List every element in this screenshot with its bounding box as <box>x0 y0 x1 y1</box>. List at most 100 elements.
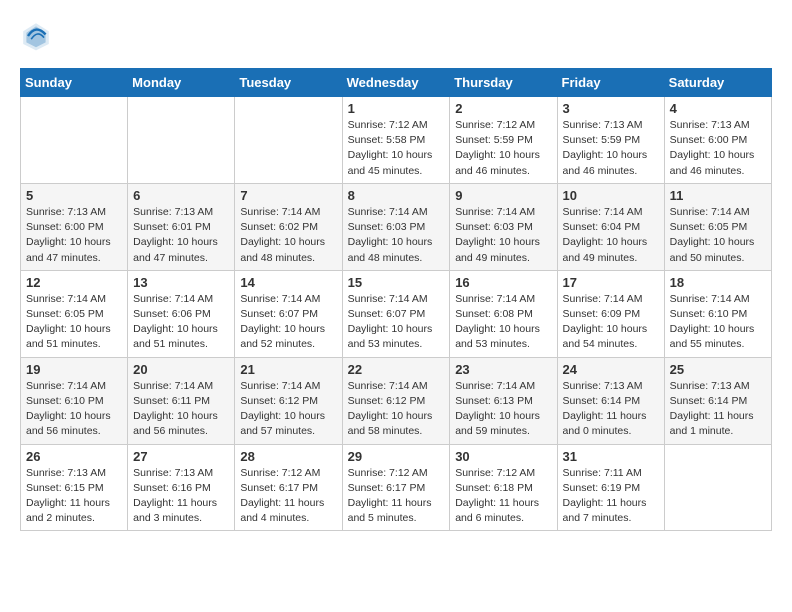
day-of-week-header: Saturday <box>664 69 771 97</box>
day-of-week-header: Thursday <box>450 69 557 97</box>
day-number: 16 <box>455 275 551 290</box>
day-of-week-header: Tuesday <box>235 69 342 97</box>
day-of-week-header: Monday <box>128 69 235 97</box>
day-info: Sunrise: 7:14 AM Sunset: 6:04 PM Dayligh… <box>563 205 659 266</box>
calendar-header-row: SundayMondayTuesdayWednesdayThursdayFrid… <box>21 69 772 97</box>
calendar-cell: 18 Sunrise: 7:14 AM Sunset: 6:10 PM Dayli… <box>664 270 771 357</box>
calendar-cell <box>21 97 128 184</box>
day-info: Sunrise: 7:14 AM Sunset: 6:02 PM Dayligh… <box>240 205 336 266</box>
calendar-cell: 16 Sunrise: 7:14 AM Sunset: 6:08 PM Dayli… <box>450 270 557 357</box>
day-info: Sunrise: 7:14 AM Sunset: 6:13 PM Dayligh… <box>455 379 551 440</box>
calendar-cell: 7 Sunrise: 7:14 AM Sunset: 6:02 PM Daylig… <box>235 183 342 270</box>
day-of-week-header: Sunday <box>21 69 128 97</box>
calendar-cell: 22 Sunrise: 7:14 AM Sunset: 6:12 PM Dayli… <box>342 357 450 444</box>
calendar-cell: 17 Sunrise: 7:14 AM Sunset: 6:09 PM Dayli… <box>557 270 664 357</box>
day-info: Sunrise: 7:14 AM Sunset: 6:12 PM Dayligh… <box>240 379 336 440</box>
day-info: Sunrise: 7:14 AM Sunset: 6:07 PM Dayligh… <box>240 292 336 353</box>
day-number: 1 <box>348 101 445 116</box>
calendar-cell <box>235 97 342 184</box>
day-number: 13 <box>133 275 229 290</box>
calendar-cell <box>664 444 771 531</box>
calendar-cell: 20 Sunrise: 7:14 AM Sunset: 6:11 PM Dayli… <box>128 357 235 444</box>
day-number: 27 <box>133 449 229 464</box>
calendar-week-row: 5 Sunrise: 7:13 AM Sunset: 6:00 PM Daylig… <box>21 183 772 270</box>
day-number: 10 <box>563 188 659 203</box>
day-info: Sunrise: 7:13 AM Sunset: 6:14 PM Dayligh… <box>563 379 659 440</box>
day-info: Sunrise: 7:14 AM Sunset: 6:11 PM Dayligh… <box>133 379 229 440</box>
day-number: 7 <box>240 188 336 203</box>
day-of-week-header: Wednesday <box>342 69 450 97</box>
day-info: Sunrise: 7:12 AM Sunset: 5:59 PM Dayligh… <box>455 118 551 179</box>
day-number: 22 <box>348 362 445 377</box>
day-info: Sunrise: 7:13 AM Sunset: 6:00 PM Dayligh… <box>26 205 122 266</box>
calendar-cell: 10 Sunrise: 7:14 AM Sunset: 6:04 PM Dayli… <box>557 183 664 270</box>
calendar-cell: 14Sunrise: 7:14 AM Sunset: 6:07 PM Dayli… <box>235 270 342 357</box>
logo <box>20 20 56 52</box>
calendar-week-row: 1 Sunrise: 7:12 AM Sunset: 5:58 PM Daylig… <box>21 97 772 184</box>
calendar-cell: 2 Sunrise: 7:12 AM Sunset: 5:59 PM Daylig… <box>450 97 557 184</box>
calendar-cell: 30Sunrise: 7:12 AM Sunset: 6:18 PM Dayli… <box>450 444 557 531</box>
day-info: Sunrise: 7:14 AM Sunset: 6:03 PM Dayligh… <box>348 205 445 266</box>
day-number: 9 <box>455 188 551 203</box>
calendar-cell: 11Sunrise: 7:14 AM Sunset: 6:05 PM Dayli… <box>664 183 771 270</box>
day-number: 20 <box>133 362 229 377</box>
calendar-cell: 29 Sunrise: 7:12 AM Sunset: 6:17 PM Dayli… <box>342 444 450 531</box>
day-number: 29 <box>348 449 445 464</box>
calendar-cell: 12 Sunrise: 7:14 AM Sunset: 6:05 PM Dayli… <box>21 270 128 357</box>
day-number: 23 <box>455 362 551 377</box>
calendar-week-row: 12 Sunrise: 7:14 AM Sunset: 6:05 PM Dayli… <box>21 270 772 357</box>
day-info: Sunrise: 7:12 AM Sunset: 6:17 PM Dayligh… <box>348 466 445 527</box>
day-number: 5 <box>26 188 122 203</box>
day-info: Sunrise: 7:14 AM Sunset: 6:12 PM Dayligh… <box>348 379 445 440</box>
day-number: 26 <box>26 449 122 464</box>
calendar-cell: 15Sunrise: 7:14 AM Sunset: 6:07 PM Dayli… <box>342 270 450 357</box>
calendar-cell: 8 Sunrise: 7:14 AM Sunset: 6:03 PM Daylig… <box>342 183 450 270</box>
calendar-cell <box>128 97 235 184</box>
day-number: 4 <box>670 101 766 116</box>
calendar-week-row: 26 Sunrise: 7:13 AM Sunset: 6:15 PM Dayli… <box>21 444 772 531</box>
day-number: 28 <box>240 449 336 464</box>
calendar-cell: 1 Sunrise: 7:12 AM Sunset: 5:58 PM Daylig… <box>342 97 450 184</box>
day-info: Sunrise: 7:13 AM Sunset: 6:15 PM Dayligh… <box>26 466 122 527</box>
day-number: 8 <box>348 188 445 203</box>
day-info: Sunrise: 7:12 AM Sunset: 5:58 PM Dayligh… <box>348 118 445 179</box>
day-info: Sunrise: 7:11 AM Sunset: 6:19 PM Dayligh… <box>563 466 659 527</box>
calendar-table: SundayMondayTuesdayWednesdayThursdayFrid… <box>20 68 772 531</box>
calendar-cell: 26 Sunrise: 7:13 AM Sunset: 6:15 PM Dayli… <box>21 444 128 531</box>
calendar-week-row: 19 Sunrise: 7:14 AM Sunset: 6:10 PM Dayli… <box>21 357 772 444</box>
day-number: 2 <box>455 101 551 116</box>
calendar-cell: 24Sunrise: 7:13 AM Sunset: 6:14 PM Dayli… <box>557 357 664 444</box>
calendar-cell: 25 Sunrise: 7:13 AM Sunset: 6:14 PM Dayli… <box>664 357 771 444</box>
page-header <box>20 20 772 52</box>
calendar-cell: 3Sunrise: 7:13 AM Sunset: 5:59 PM Daylig… <box>557 97 664 184</box>
day-info: Sunrise: 7:14 AM Sunset: 6:03 PM Dayligh… <box>455 205 551 266</box>
calendar-cell: 21 Sunrise: 7:14 AM Sunset: 6:12 PM Dayli… <box>235 357 342 444</box>
day-number: 18 <box>670 275 766 290</box>
calendar-cell: 31Sunrise: 7:11 AM Sunset: 6:19 PM Dayli… <box>557 444 664 531</box>
day-number: 30 <box>455 449 551 464</box>
day-info: Sunrise: 7:14 AM Sunset: 6:07 PM Dayligh… <box>348 292 445 353</box>
day-info: Sunrise: 7:14 AM Sunset: 6:10 PM Dayligh… <box>26 379 122 440</box>
calendar-cell: 6Sunrise: 7:13 AM Sunset: 6:01 PM Daylig… <box>128 183 235 270</box>
day-info: Sunrise: 7:14 AM Sunset: 6:06 PM Dayligh… <box>133 292 229 353</box>
day-number: 17 <box>563 275 659 290</box>
day-info: Sunrise: 7:14 AM Sunset: 6:10 PM Dayligh… <box>670 292 766 353</box>
day-info: Sunrise: 7:13 AM Sunset: 6:16 PM Dayligh… <box>133 466 229 527</box>
day-number: 21 <box>240 362 336 377</box>
day-info: Sunrise: 7:12 AM Sunset: 6:17 PM Dayligh… <box>240 466 336 527</box>
day-number: 12 <box>26 275 122 290</box>
calendar-cell: 19 Sunrise: 7:14 AM Sunset: 6:10 PM Dayli… <box>21 357 128 444</box>
day-info: Sunrise: 7:13 AM Sunset: 6:14 PM Dayligh… <box>670 379 766 440</box>
day-number: 11 <box>670 188 766 203</box>
day-number: 19 <box>26 362 122 377</box>
day-info: Sunrise: 7:14 AM Sunset: 6:05 PM Dayligh… <box>26 292 122 353</box>
day-info: Sunrise: 7:14 AM Sunset: 6:08 PM Dayligh… <box>455 292 551 353</box>
calendar-cell: 27 Sunrise: 7:13 AM Sunset: 6:16 PM Dayli… <box>128 444 235 531</box>
day-info: Sunrise: 7:13 AM Sunset: 6:01 PM Dayligh… <box>133 205 229 266</box>
calendar-cell: 4Sunrise: 7:13 AM Sunset: 6:00 PM Daylig… <box>664 97 771 184</box>
calendar-cell: 23 Sunrise: 7:14 AM Sunset: 6:13 PM Dayli… <box>450 357 557 444</box>
calendar-cell: 5 Sunrise: 7:13 AM Sunset: 6:00 PM Daylig… <box>21 183 128 270</box>
calendar-cell: 13 Sunrise: 7:14 AM Sunset: 6:06 PM Dayli… <box>128 270 235 357</box>
day-info: Sunrise: 7:14 AM Sunset: 6:09 PM Dayligh… <box>563 292 659 353</box>
day-number: 25 <box>670 362 766 377</box>
